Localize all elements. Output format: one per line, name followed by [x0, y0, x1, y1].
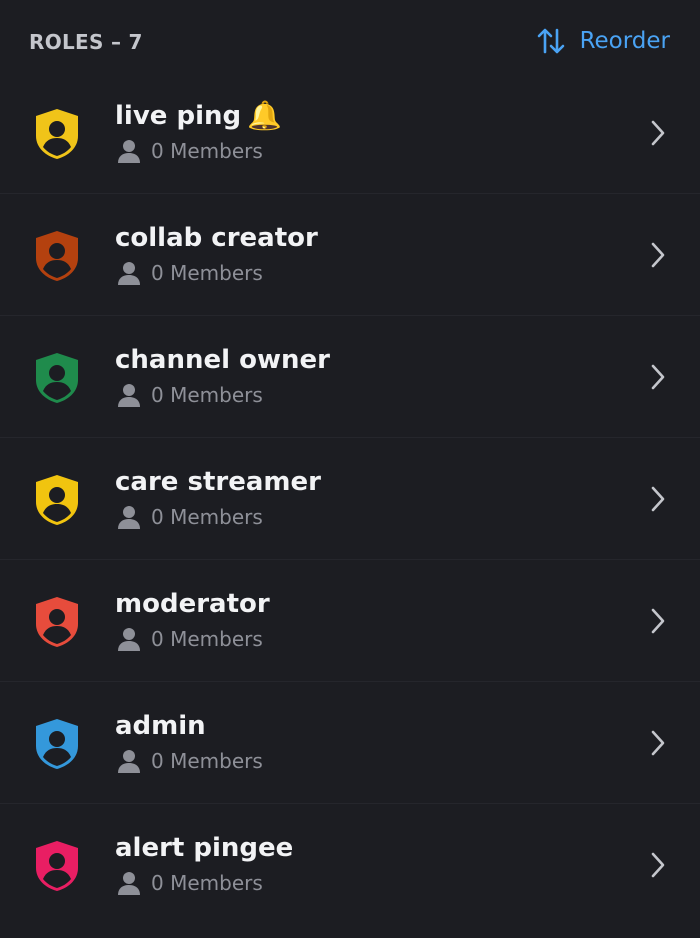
member-count-text: 0 Members	[151, 261, 263, 285]
role-name-text: admin	[115, 711, 206, 741]
reorder-label: Reorder	[579, 28, 670, 54]
role-shield-icon	[36, 231, 78, 281]
member-count: 0 Members	[116, 382, 263, 408]
person-icon	[118, 750, 140, 773]
person-icon	[118, 262, 140, 285]
chevron-right-icon	[651, 242, 665, 268]
member-count: 0 Members	[116, 504, 263, 530]
person-icon	[118, 628, 140, 651]
role-shield-icon	[36, 475, 78, 525]
role-name: alert pingee	[115, 832, 293, 864]
roles-count-title: ROLES – 7	[29, 30, 143, 54]
role-emoji: 🔔	[247, 99, 282, 132]
member-count-text: 0 Members	[151, 383, 263, 407]
person-icon	[118, 384, 140, 407]
member-count-text: 0 Members	[151, 627, 263, 651]
role-name: collab creator	[115, 222, 318, 254]
role-name-text: care streamer	[115, 467, 321, 497]
chevron-right-icon	[651, 730, 665, 756]
role-row[interactable]: channel owner 0 Members	[0, 316, 700, 438]
role-row[interactable]: live ping 🔔 0 Members	[0, 72, 700, 194]
role-name-text: collab creator	[115, 223, 318, 253]
role-name-text: live ping	[115, 101, 242, 131]
roles-list: live ping 🔔 0 Members collab creator 0 M…	[0, 72, 700, 925]
person-icon	[118, 506, 140, 529]
chevron-right-icon	[651, 486, 665, 512]
chevron-right-icon	[651, 120, 665, 146]
member-count-text: 0 Members	[151, 505, 263, 529]
role-row[interactable]: collab creator 0 Members	[0, 194, 700, 316]
role-name: admin	[115, 710, 206, 742]
role-row[interactable]: admin 0 Members	[0, 682, 700, 804]
chevron-right-icon	[651, 852, 665, 878]
member-count: 0 Members	[116, 626, 263, 652]
chevron-right-icon	[651, 608, 665, 634]
member-count: 0 Members	[116, 138, 263, 164]
person-icon	[118, 140, 140, 163]
chevron-right-icon	[651, 364, 665, 390]
role-name-text: alert pingee	[115, 833, 294, 863]
reorder-button[interactable]: Reorder	[536, 26, 670, 56]
role-row[interactable]: moderator 0 Members	[0, 560, 700, 682]
role-row[interactable]: care streamer 0 Members	[0, 438, 700, 560]
role-shield-icon	[36, 109, 78, 159]
member-count: 0 Members	[116, 748, 263, 774]
role-name: channel owner	[115, 344, 330, 376]
member-count-text: 0 Members	[151, 139, 263, 163]
role-shield-icon	[36, 841, 78, 891]
member-count-text: 0 Members	[151, 871, 263, 895]
role-shield-icon	[36, 353, 78, 403]
role-name-text: channel owner	[115, 345, 330, 375]
role-name: moderator	[115, 588, 270, 620]
role-row[interactable]: alert pingee 0 Members	[0, 804, 700, 925]
person-icon	[118, 872, 140, 895]
sort-arrows-icon	[537, 28, 564, 54]
role-name: care streamer	[115, 466, 321, 498]
member-count-text: 0 Members	[151, 749, 263, 773]
role-name: live ping 🔔	[115, 100, 282, 132]
member-count: 0 Members	[116, 260, 263, 286]
role-shield-icon	[36, 597, 78, 647]
role-name-text: moderator	[115, 589, 270, 619]
member-count: 0 Members	[116, 870, 263, 896]
role-shield-icon	[36, 719, 78, 769]
